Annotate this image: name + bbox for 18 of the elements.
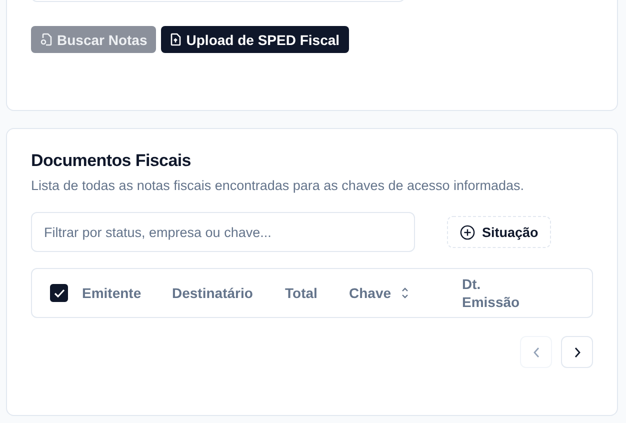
plus-circle-icon [460,224,475,240]
file-upload-icon [170,33,182,46]
column-header: Dt. Emissão [462,275,521,311]
select-all-checkbox[interactable] [50,284,68,302]
column-header: Chave [349,284,392,302]
chevron-right-icon [574,346,580,358]
chevron-left-icon [532,346,540,358]
check-icon [54,288,64,298]
column-header: Total [285,284,318,302]
status-filter-button[interactable]: Situação [447,216,552,248]
sort-icon[interactable] [401,287,410,299]
column-header: Destinatário [172,284,253,302]
filter-field[interactable]: Filtrar por status, empresa ou chave... [31,212,415,252]
file-search-icon [40,33,52,46]
column-header: Emitente [82,284,142,302]
section-title: Documentos Fiscais [31,151,192,171]
upload-button[interactable]: Upload de SPED Fiscal [161,26,349,53]
section-description: Lista de todas as notas fiscais encontradas para as chaves de acesso informadas. [31,178,526,193]
